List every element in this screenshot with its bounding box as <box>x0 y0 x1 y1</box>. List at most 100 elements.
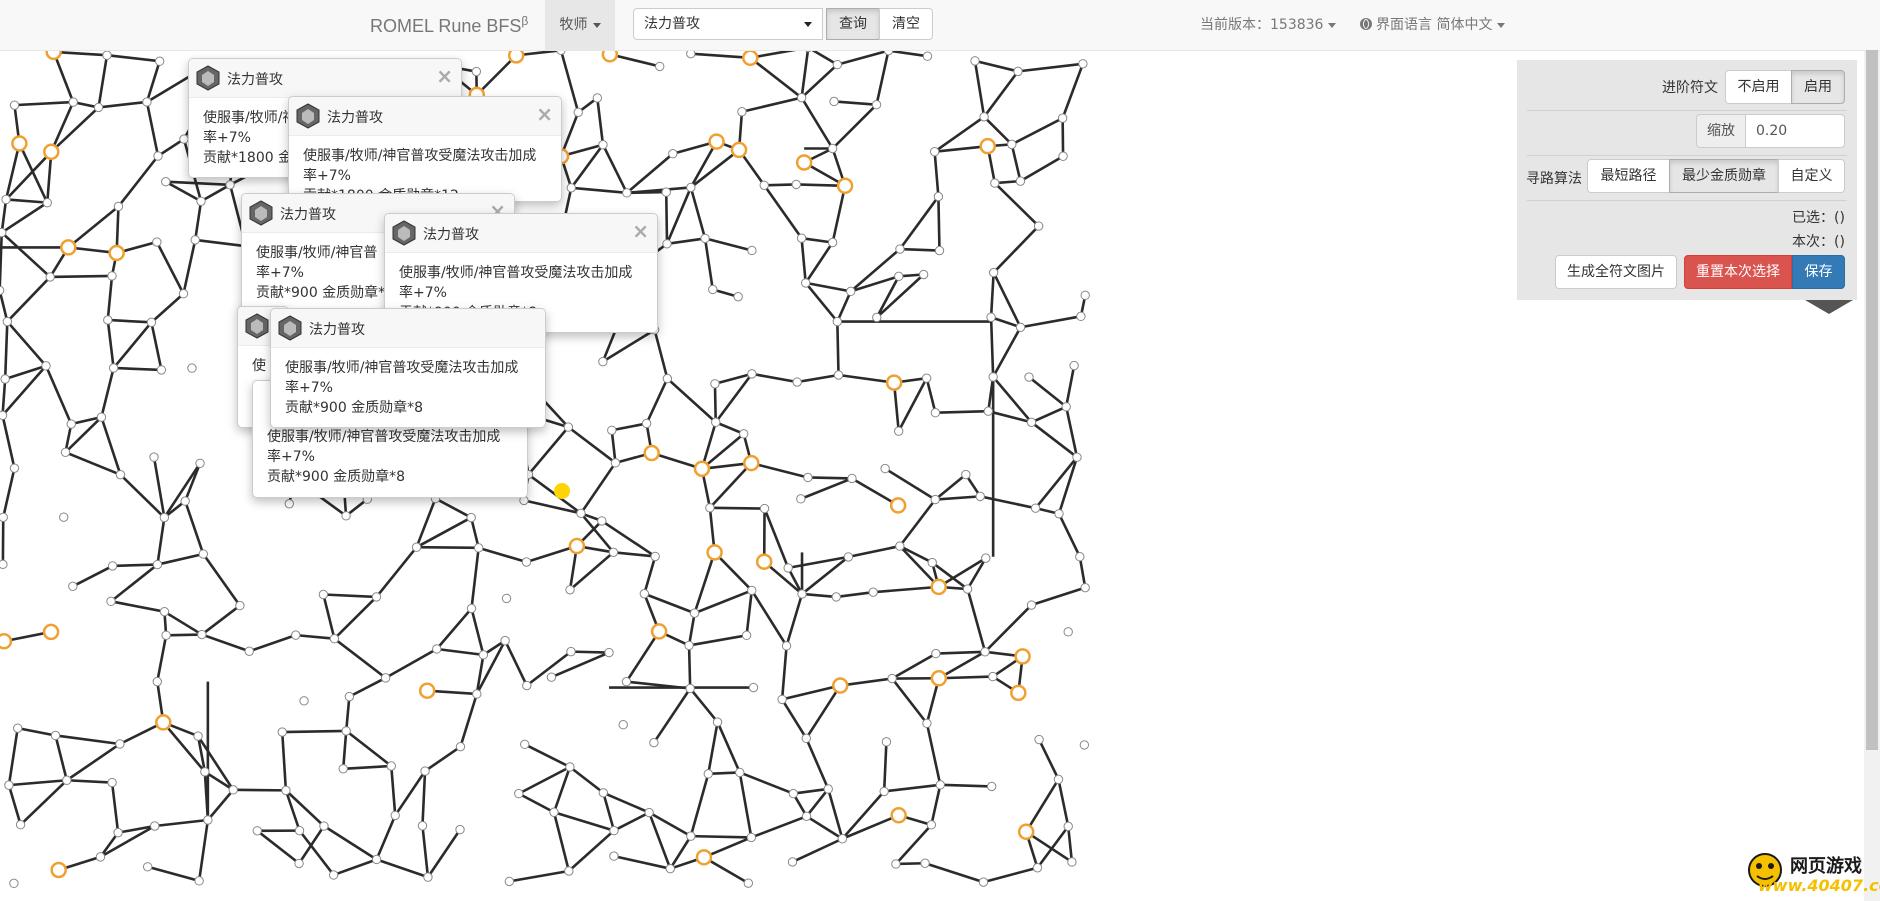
rune-node <box>501 593 512 604</box>
rune-link <box>552 811 571 872</box>
chevron-down-icon <box>592 22 601 28</box>
rune-link <box>100 416 122 476</box>
rune-node <box>747 245 757 256</box>
rune-node <box>380 673 391 683</box>
app-brand[interactable]: ROMEL Rune BFSβ <box>370 14 528 37</box>
scale-input[interactable] <box>1745 114 1845 148</box>
rune-link <box>55 734 121 746</box>
rune-link <box>894 823 933 865</box>
this-time-readout: 本次：() <box>1792 234 1845 250</box>
version-dropdown[interactable]: 当前版本：153836 <box>1200 0 1337 50</box>
advanced-enable-button[interactable]: 启用 <box>1791 70 1845 104</box>
rune-node-major <box>0 633 13 650</box>
tooltip-rate: 率+7% <box>303 168 351 184</box>
rune-node-major <box>601 50 619 63</box>
rune-node <box>712 717 723 727</box>
rune-link <box>1057 513 1081 558</box>
rune-node-major <box>743 454 760 472</box>
rune-node-major <box>50 861 67 879</box>
algo-least-gold-button[interactable]: 最少金质勋章 <box>1669 159 1779 193</box>
rune-link <box>1057 779 1070 827</box>
rune-link <box>841 790 886 840</box>
save-button[interactable]: 保存 <box>1792 255 1845 289</box>
algo-shortest-button[interactable]: 最短路径 <box>1587 159 1670 193</box>
rune-link <box>98 100 148 109</box>
rune-node <box>988 267 999 278</box>
rune-node <box>741 630 752 641</box>
close-icon[interactable]: × <box>436 64 453 88</box>
rune-link <box>836 290 852 323</box>
rune-node <box>0 285 5 296</box>
rune-select[interactable]: 法力普攻 <box>633 8 823 40</box>
rune-node-major <box>650 623 668 640</box>
tooltip-title: 法力普攻 <box>327 110 383 126</box>
chevron-down-icon <box>804 22 812 27</box>
advanced-disable-button[interactable]: 不启用 <box>1725 70 1792 104</box>
clear-button[interactable]: 清空 <box>879 8 933 40</box>
watermark-title: 网页游戏 <box>1790 856 1862 877</box>
rune-node <box>735 767 745 778</box>
rune-node <box>829 96 839 107</box>
reset-selection-button[interactable]: 重置本次选择 <box>1684 255 1792 289</box>
rune-node <box>930 407 941 418</box>
rune-node <box>504 876 515 887</box>
generate-image-button[interactable]: 生成全符文图片 <box>1555 255 1677 289</box>
rune-link <box>1017 62 1084 73</box>
rune-link <box>694 589 753 615</box>
rune-node <box>796 494 806 504</box>
rune-link <box>200 183 231 203</box>
rune-node <box>891 859 901 869</box>
query-button[interactable]: 查询 <box>826 8 880 40</box>
rune-node <box>598 140 608 150</box>
rune-link <box>19 779 68 826</box>
rune-node <box>748 682 759 693</box>
rune-link <box>295 633 335 641</box>
rune-link <box>509 869 570 883</box>
rune-node-major <box>11 135 28 152</box>
rune-link <box>14 100 74 107</box>
rune-graph[interactable] <box>0 50 1130 901</box>
scrollbar-thumb[interactable] <box>1866 50 1878 750</box>
rune-link <box>750 815 808 839</box>
language-dropdown[interactable]: 界面语言 简体中文 <box>1360 0 1506 50</box>
rune-link <box>899 247 940 252</box>
watermark-url: www.40407.com <box>1758 876 1880 895</box>
rune-link <box>147 865 200 883</box>
rune-node <box>1 194 11 205</box>
rune-link <box>333 637 387 679</box>
rune-link <box>202 553 241 607</box>
panel-toggle-tab[interactable] <box>1805 300 1853 314</box>
rune-node <box>1076 311 1086 322</box>
rune-link <box>150 322 163 371</box>
rune-node <box>113 201 124 212</box>
rune-node-major <box>1010 684 1027 702</box>
rune-link <box>375 814 397 860</box>
rune-link <box>1064 365 1076 408</box>
rune-link <box>780 645 788 700</box>
rune-node <box>918 269 929 280</box>
rune-node <box>610 458 621 468</box>
rune-node <box>244 646 254 656</box>
rune-node <box>708 284 718 295</box>
rune-node <box>622 188 632 198</box>
rune-link <box>750 589 788 647</box>
rune-link <box>107 318 152 324</box>
rune-link <box>888 50 928 58</box>
role-dropdown[interactable]: 牧师 <box>545 0 615 50</box>
close-icon[interactable]: × <box>632 219 649 243</box>
rune-node <box>9 463 20 473</box>
rune-link <box>54 735 69 781</box>
rune-node <box>1075 551 1085 562</box>
rune-node <box>60 447 71 457</box>
rune-node <box>68 97 78 107</box>
algo-custom-button[interactable]: 自定义 <box>1778 159 1845 193</box>
rune-node <box>9 878 19 889</box>
rune-node <box>792 377 802 387</box>
rune-link <box>884 783 941 793</box>
rune-icon <box>196 65 220 91</box>
rune-link <box>690 148 740 189</box>
rune-node-major <box>60 239 77 256</box>
close-icon[interactable]: × <box>536 102 553 126</box>
rune-node <box>980 647 990 657</box>
rune-node <box>573 107 583 118</box>
